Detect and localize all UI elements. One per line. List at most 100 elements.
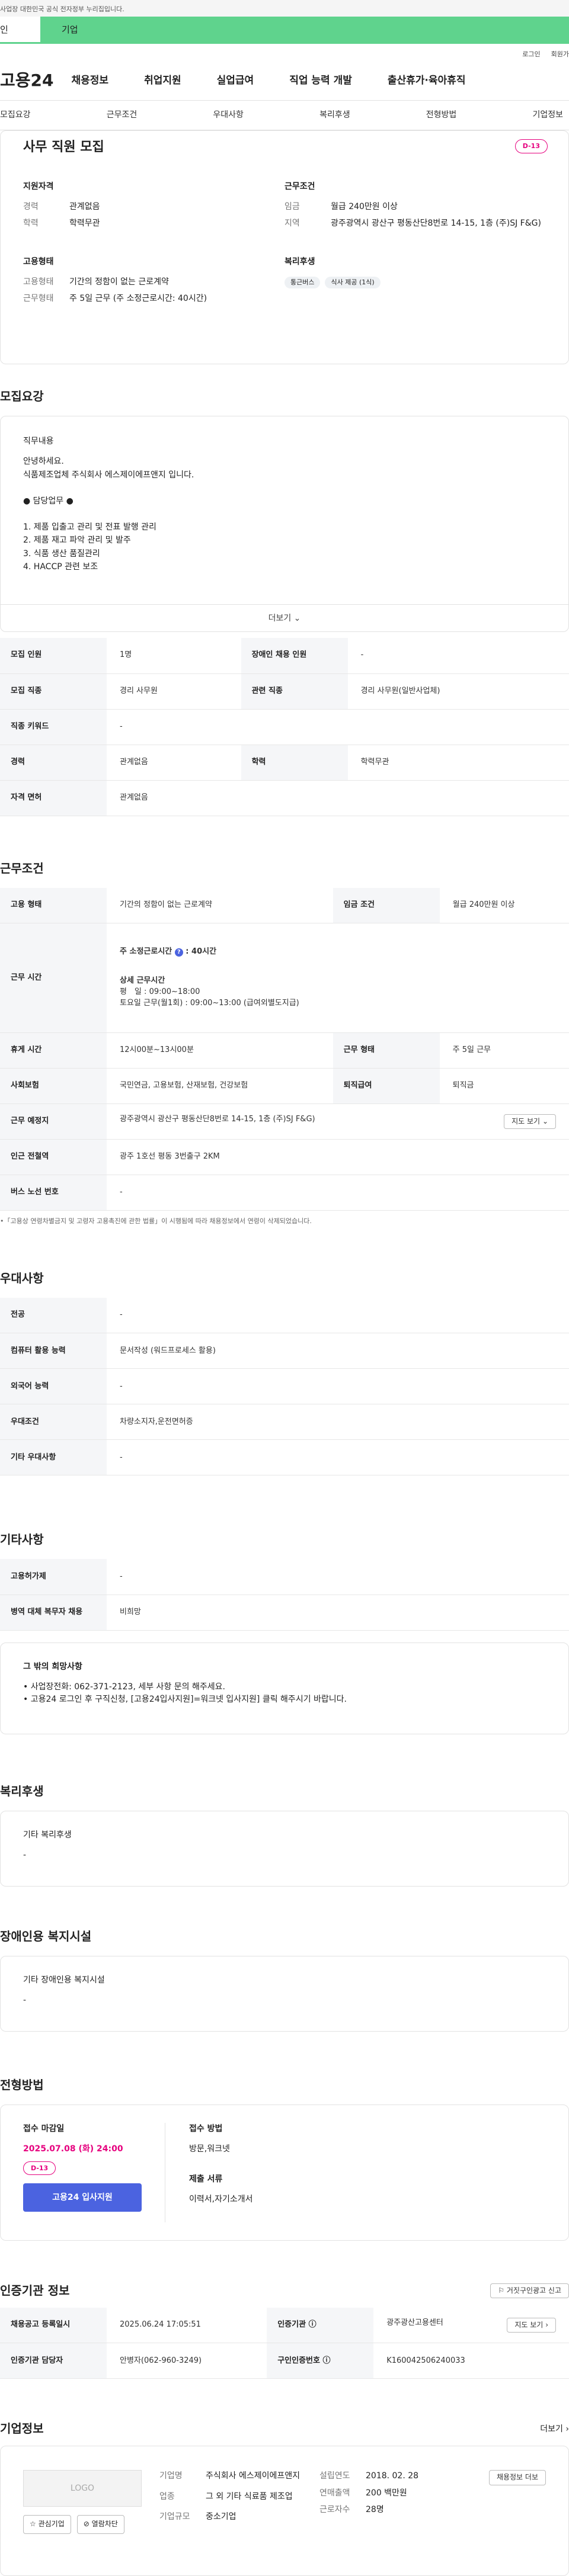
id-label: 구인인증번호 bbox=[277, 2356, 320, 2365]
row-label: 채용공고 등록일시 bbox=[0, 2307, 107, 2344]
row-label: 장애인 채용 인원 bbox=[241, 638, 348, 674]
row-value: 차량소지자,운전면허증 bbox=[107, 1404, 569, 1441]
work-time-detail: 토요일 근무(월1회) : 09:00~13:00 (급여외별도지급) bbox=[120, 998, 299, 1008]
row-label: 인근 전철역 bbox=[0, 1139, 107, 1175]
map-button[interactable]: 지도 보기 ⌄ bbox=[504, 1114, 556, 1130]
info-icon[interactable]: ⓘ bbox=[309, 2320, 317, 2329]
welfare-tag: 식사 제공 (1식) bbox=[325, 277, 381, 289]
row-label: 컴퓨터 활용 능력 bbox=[0, 1333, 107, 1369]
method-value: 방문,워크넷 bbox=[189, 2144, 230, 2154]
subnav-preferences[interactable]: 우대사항 bbox=[213, 109, 244, 121]
company-jobs-button[interactable]: 채용정보 더보 bbox=[488, 2470, 546, 2485]
row-value: 12시00분~13시00분 bbox=[107, 1032, 333, 1069]
company-logo: LOGO bbox=[23, 2470, 142, 2507]
emp-value: 주 5일 근무 (주 소정근로시간: 40시간) bbox=[69, 294, 207, 304]
desc-line: 1. 제품 입출고 관리 및 전표 발행 관리 bbox=[23, 522, 156, 532]
deadline-value: 2025.07.08 (화) 24:00 bbox=[23, 2144, 123, 2154]
gnb-leave[interactable]: 출산휴가·육아휴직 bbox=[388, 73, 466, 88]
site-logo[interactable]: 고용24 bbox=[0, 69, 54, 93]
subnav-company[interactable]: 기업정보 bbox=[532, 109, 563, 121]
block-company-button[interactable]: ⊘ 열람차단 bbox=[76, 2515, 124, 2534]
gnb-jobs[interactable]: 채용정보 bbox=[72, 73, 109, 88]
disability-box-value: - bbox=[23, 1996, 27, 2006]
tab-business[interactable]: 기업 bbox=[40, 17, 569, 44]
etc-section: 기타사항 고용허가제 - 병역 대체 복무자 채용 비희망 그 밖의 희망사항 • … bbox=[0, 1531, 569, 1734]
row-value: 관계없음 bbox=[107, 780, 569, 816]
subnav-requirements[interactable]: 모집요강 bbox=[0, 109, 31, 121]
gnb-unemployment[interactable]: 실업급여 bbox=[217, 73, 254, 88]
row-label: 관련 직종 bbox=[241, 673, 348, 710]
desc-line: 3. 식품 생산 품질관리 bbox=[23, 548, 100, 559]
preferences-section: 우대사항 전공 - 컴퓨터 활용 능력 문서작성 (워드프로세스 활용) 외국어 능… bbox=[0, 1270, 569, 1476]
welfare-box-heading: 기타 복리후생 bbox=[23, 1830, 72, 1840]
desc-line: 4. HACCP 관련 보조 bbox=[23, 562, 98, 572]
company-label: 연매출액 bbox=[319, 2488, 350, 2498]
report-button[interactable]: ⚐ 거짓구인광고 신고 bbox=[490, 2283, 569, 2299]
subnav-conditions[interactable]: 근무조건 bbox=[107, 109, 138, 121]
org-cell: 광주광산고용센터 지도 보기 › bbox=[373, 2307, 569, 2344]
login-link[interactable]: 로그인 bbox=[522, 50, 540, 62]
utility-links: 로그인 회원가 bbox=[0, 44, 569, 62]
row-label: 임금 조건 bbox=[333, 887, 440, 923]
chevron-right-icon: › bbox=[565, 2424, 569, 2434]
row-value: - bbox=[107, 1439, 569, 1476]
table-row: 자격 면허 관계없음 bbox=[0, 780, 569, 816]
etc-wishes-box: 그 밖의 희망사항 • 사업장전화: 062-371-2123, 세부 사항 문… bbox=[0, 1642, 569, 1734]
section-nav: 모집요강 근무조건 우대사항 복리후생 전형방법 기업정보 bbox=[0, 101, 569, 130]
welfare-box: 기타 복리후생 - bbox=[0, 1810, 569, 1887]
row-value: 기간의 정함이 없는 근로계약 bbox=[107, 887, 333, 923]
row-label: 근무 형태 bbox=[333, 1032, 440, 1069]
gnb-training[interactable]: 직업 능력 개발 bbox=[289, 73, 352, 88]
row-label: 경력 bbox=[0, 745, 107, 781]
org-label: 인증기관 bbox=[277, 2320, 306, 2330]
gnb-employment-support[interactable]: 취업지원 bbox=[144, 73, 181, 88]
row-label: 사회보험 bbox=[0, 1068, 107, 1104]
cert-map-button[interactable]: 지도 보기 › bbox=[507, 2317, 556, 2333]
company-label: 기업명 bbox=[159, 2471, 183, 2481]
requirements-section: 모집요강 직무내용 안녕하세요. 식품제조업체 주식회사 에스제이에프앤지 입니… bbox=[0, 388, 569, 816]
block-label: 열람차단 bbox=[91, 2520, 118, 2529]
signup-link[interactable]: 회원가 bbox=[551, 50, 569, 62]
desc-line: 안녕하세요. bbox=[23, 457, 64, 467]
gov-notice-bar: 사업장 대한민국 공식 전자정부 누리집입니다. bbox=[0, 0, 569, 17]
cond-heading: 근무조건 bbox=[284, 181, 315, 191]
tab-individual[interactable]: 인 bbox=[0, 17, 40, 44]
etc-wishes-line: • 고용24 로그인 후 구직신청, [고용24입사지원]=워크넷 입사지원] … bbox=[23, 1694, 347, 1704]
row-label: 구인인증번호 ⓘ bbox=[267, 2343, 374, 2379]
company-value: 중소기업 bbox=[206, 2512, 236, 2522]
global-nav: 고용24 채용정보 취업지원 실업급여 직업 능력 개발 출산휴가·육아휴직 bbox=[0, 62, 569, 101]
cert-section: 인증기관 정보 ⚐ 거짓구인광고 신고 채용공고 등록일시 2025.06.24 … bbox=[0, 2282, 569, 2379]
info-icon[interactable]: ⓘ bbox=[322, 2356, 330, 2365]
row-label: 모집 직종 bbox=[0, 673, 107, 710]
row-value: - bbox=[347, 638, 569, 674]
row-value: - bbox=[107, 1175, 569, 1211]
method-heading: 접수 방법 bbox=[189, 2123, 223, 2134]
table-row: 고용허가제 - bbox=[0, 1559, 569, 1595]
subnav-welfare[interactable]: 복리후생 bbox=[319, 109, 350, 121]
row-label: 전공 bbox=[0, 1297, 107, 1334]
row-value: 문서작성 (워드프로세스 활용) bbox=[107, 1333, 569, 1369]
work-time-cell: 주 소정근로시간 ? : 40시간 상세 근무시간 평 일 : 09:00~18… bbox=[107, 923, 569, 1033]
gov-notice-text: 사업장 대한민국 공식 전자정부 누리집입니다. bbox=[0, 5, 124, 13]
company-value: 28명 bbox=[366, 2505, 384, 2515]
desc-more-button[interactable]: 더보기 ⌄ bbox=[1, 604, 568, 631]
subnav-selection[interactable]: 전형방법 bbox=[426, 109, 457, 121]
row-value: 1명 bbox=[107, 638, 241, 674]
cond-value: 월급 240만원 이상 bbox=[331, 202, 398, 212]
disability-heading: 장애인용 복지시설 bbox=[0, 1929, 92, 1943]
row-label: 버스 노선 번호 bbox=[0, 1175, 107, 1211]
welfare-section-heading: 복리후생 bbox=[0, 1783, 44, 1798]
welfare-box-value: - bbox=[23, 1850, 27, 1860]
row-value: 경리 사무원 bbox=[107, 673, 241, 710]
cert-table: 채용공고 등록일시 2025.06.24 17:05:51 인증기관 ⓘ 광주광산고용… bbox=[0, 2307, 569, 2379]
row-label: 인증기관 담당자 bbox=[0, 2343, 107, 2379]
row-value: 국민연금, 고용보험, 산재보험, 건강보험 bbox=[107, 1068, 333, 1104]
favorite-company-button[interactable]: ☆ 관심기업 bbox=[23, 2515, 71, 2534]
company-value: 2018. 02. 28 bbox=[366, 2471, 419, 2481]
table-row: 사회보험 국민연금, 고용보험, 산재보험, 건강보험 퇴직급여 퇴직금 bbox=[0, 1068, 569, 1104]
etc-wishes-line: • 사업장전화: 062-371-2123, 세부 사항 문의 해주세요. bbox=[23, 1682, 225, 1692]
etc-heading: 기타사항 bbox=[0, 1532, 44, 1547]
apply-button[interactable]: 고용24 입사지원 bbox=[23, 2183, 142, 2212]
org-value: 광주광산고용센터 bbox=[386, 2318, 443, 2327]
info-icon[interactable]: ? bbox=[174, 948, 183, 957]
